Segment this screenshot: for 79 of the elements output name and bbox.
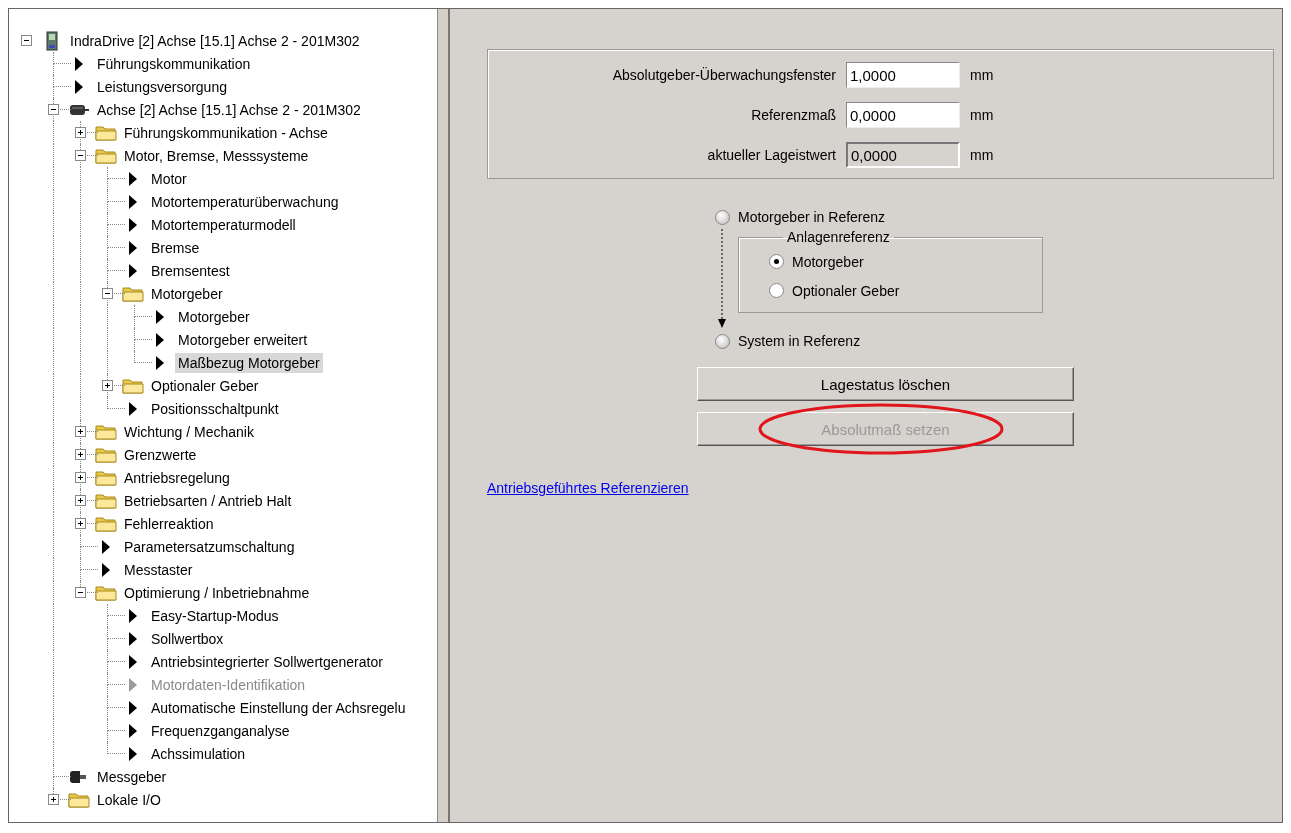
folder-icon (68, 791, 90, 808)
action-button[interactable]: Lagestatus löschen (697, 367, 1074, 401)
tree-item[interactable]: Optionaler Geber (148, 375, 262, 396)
value-field[interactable]: 1,0000 (846, 62, 960, 88)
tree-item[interactable]: Frequenzganganalyse (148, 720, 293, 741)
tree-item[interactable]: Easy-Startup-Modus (148, 605, 282, 626)
field-label: aktueller Lageistwert (706, 147, 836, 163)
expand-toggle[interactable] (75, 518, 86, 529)
radio-button[interactable] (769, 254, 784, 269)
tree-item[interactable]: Leistungsversorgung (94, 76, 230, 97)
tree-item[interactable]: Grenzwerte (121, 444, 200, 465)
group-title: Anlagenreferenz (786, 229, 891, 245)
radio-label: Optionaler Geber (792, 282, 900, 299)
tree-item[interactable]: Automatische Einstellung der Achsregelu (148, 697, 409, 718)
referencing-link[interactable]: Antriebsgeführtes Referenzieren (487, 480, 689, 496)
tree-item[interactable]: Sollwertbox (148, 628, 227, 649)
radio-button[interactable] (769, 283, 784, 298)
expand-toggle[interactable] (75, 449, 86, 460)
tree-item[interactable]: Maßbezug Motorgeber (175, 352, 323, 373)
tree-item[interactable]: Betriebsarten / Antrieb Halt (121, 490, 295, 511)
expand-toggle[interactable] (75, 495, 86, 506)
field-label: Referenzmaß (750, 107, 836, 123)
tree-item[interactable]: Achse [2] Achse [15.1] Achse 2 - 201M302 (94, 99, 364, 120)
folder-icon (95, 124, 117, 141)
folder-icon (95, 515, 117, 532)
collapse-toggle[interactable] (48, 104, 59, 115)
tree-item[interactable]: Bremsentest (148, 260, 233, 281)
tree-item[interactable]: Motor, Bremse, Messsysteme (121, 145, 312, 166)
expand-toggle[interactable] (48, 794, 59, 805)
tree-item[interactable]: Motortemperaturüberwachung (148, 191, 342, 212)
folder-icon (95, 492, 117, 509)
tree-item[interactable]: Motortemperaturmodell (148, 214, 299, 235)
folder-icon (95, 584, 117, 601)
tree-item[interactable]: Antriebsintegrierter Sollwertgenerator (148, 651, 386, 672)
expand-toggle[interactable] (75, 426, 86, 437)
field-label: Absolutgeber-Überwachungsfenster (611, 67, 836, 83)
radio-label: Motorgeber (792, 253, 864, 270)
tree-item[interactable]: Lokale I/O (94, 789, 164, 810)
folder-icon (95, 446, 117, 463)
tree-item[interactable]: Motorgeber (175, 306, 253, 327)
tree-item[interactable]: Bremse (148, 237, 203, 258)
value-field[interactable]: 0,0000 (846, 102, 960, 128)
unit-label: mm (970, 147, 994, 163)
radio-button[interactable] (715, 333, 730, 349)
expand-toggle[interactable] (75, 472, 86, 483)
folder-icon (95, 469, 117, 486)
folder-icon (95, 423, 117, 440)
tree-item[interactable]: Optimierung / Inbetriebnahme (121, 582, 313, 603)
tree-item[interactable]: Motor (148, 168, 190, 189)
collapse-toggle[interactable] (21, 35, 32, 46)
folder-icon (122, 377, 144, 394)
plug-icon (70, 769, 88, 784)
expand-toggle[interactable] (75, 127, 86, 138)
expand-toggle[interactable] (102, 380, 113, 391)
tree-item[interactable]: Parametersatzumschaltung (121, 536, 298, 557)
folder-icon (95, 147, 117, 164)
unit-label: mm (970, 107, 994, 123)
tree-item[interactable]: Achssimulation (148, 743, 249, 764)
radio-button[interactable] (715, 209, 730, 225)
radio-label: Motorgeber in Referenz (738, 209, 886, 225)
panel-splitter[interactable] (437, 9, 450, 822)
collapse-toggle[interactable] (102, 288, 113, 299)
tree-item[interactable]: Motorgeber erweitert (175, 329, 311, 350)
tree-item[interactable]: Antriebsregelung (121, 467, 233, 488)
tree-item[interactable]: Positionsschaltpunkt (148, 398, 282, 419)
tree-item[interactable]: Fehlerreaktion (121, 513, 217, 534)
tree-item[interactable]: IndraDrive [2] Achse [15.1] Achse 2 - 201M302 (67, 30, 363, 51)
unit-label: mm (970, 67, 994, 83)
tree-item[interactable]: Messtaster (121, 559, 196, 580)
tree-item[interactable]: Führungskommunikation (94, 53, 254, 74)
tree-item[interactable]: Führungskommunikation - Achse (121, 122, 331, 143)
tree-item[interactable]: Motorgeber (148, 283, 226, 304)
tree-item[interactable]: Messgeber (94, 766, 170, 787)
drive-icon (46, 30, 58, 51)
folder-icon (122, 285, 144, 302)
tree-item[interactable]: Wichtung / Mechanik (121, 421, 257, 442)
collapse-toggle[interactable] (75, 150, 86, 161)
collapse-toggle[interactable] (75, 587, 86, 598)
radio-label: System in Referenz (738, 333, 861, 349)
